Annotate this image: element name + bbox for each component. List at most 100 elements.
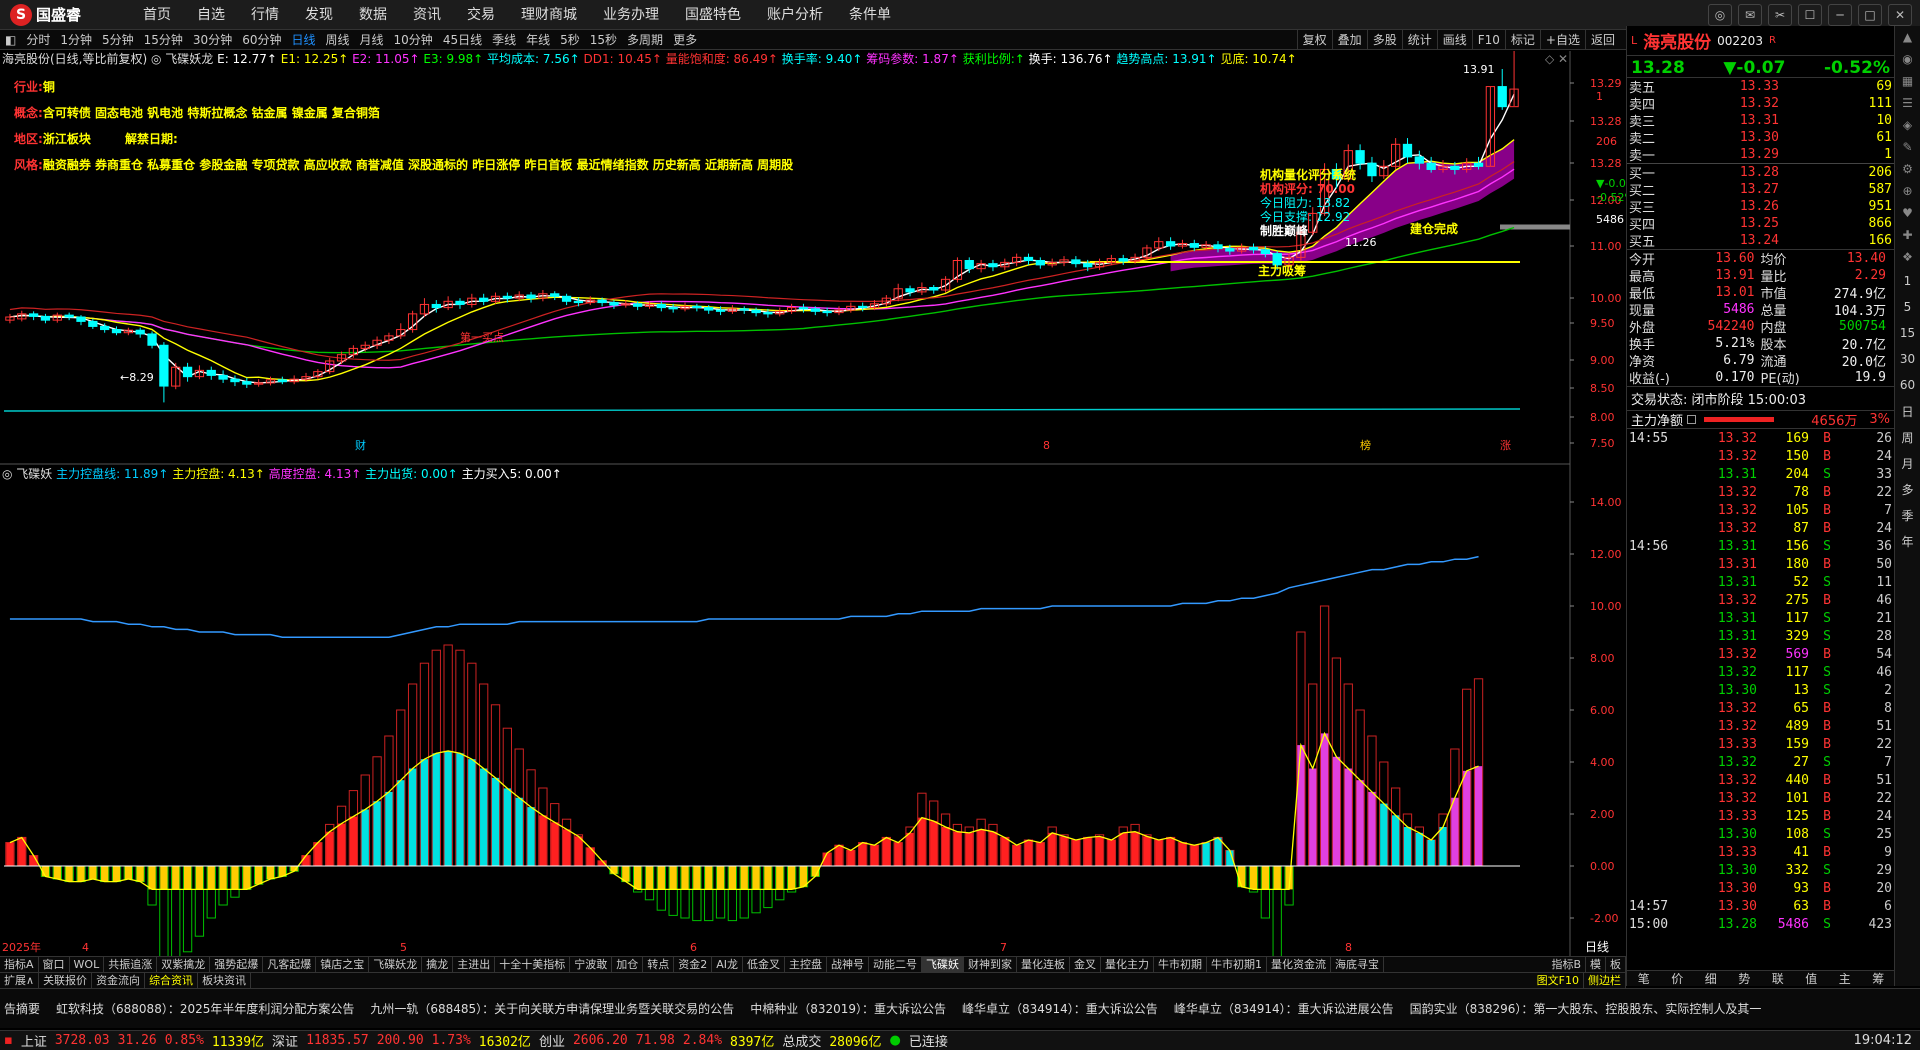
sub-tab-right-0[interactable]: 图文F10 xyxy=(1533,973,1584,988)
indicator-tab-17[interactable]: 低金叉 xyxy=(743,957,785,972)
tool-button-8[interactable]: 返回 xyxy=(1584,30,1620,50)
indicator-tab-9[interactable]: 擒龙 xyxy=(422,957,454,972)
sell-row-1[interactable]: 卖四 13.32 111 xyxy=(1627,95,1894,113)
sub-tab-4[interactable]: 板块资讯 xyxy=(198,973,252,988)
sidebar-period-10[interactable]: 年 xyxy=(1895,528,1920,554)
buy-row-0[interactable]: 买一 13.28 206 xyxy=(1627,164,1894,182)
chat-icon[interactable]: ◎ xyxy=(1708,4,1732,26)
period-tab-0[interactable]: 分时 xyxy=(21,31,55,48)
news-item-4[interactable]: 峰华卓立（834914）：重大诉讼公告 xyxy=(962,1000,1158,1017)
sidebar-period-1[interactable]: 5 xyxy=(1895,294,1920,320)
indicator-tab-4[interactable]: 双紫擒龙 xyxy=(157,957,211,972)
cy-index-label[interactable]: 创业 xyxy=(539,1031,565,1050)
news-item-3[interactable]: 中棉种业（832019）：重大诉讼公告 xyxy=(750,1000,946,1017)
quote-tab-1[interactable]: 价 xyxy=(1661,971,1695,986)
news-item-6[interactable]: 国韵实业（838296）：第一大股东、控股股东、实际控制人及其一 xyxy=(1410,1000,1762,1017)
indicator-tab-15[interactable]: 资金2 xyxy=(674,957,713,972)
menu-item-5[interactable]: 资讯 xyxy=(400,0,454,30)
sell-row-3[interactable]: 卖二 13.30 61 xyxy=(1627,129,1894,147)
indicator-right-tab-0[interactable]: 指标B xyxy=(1547,957,1586,972)
period-tab-7[interactable]: 周线 xyxy=(321,31,355,48)
period-tab-11[interactable]: 季线 xyxy=(487,31,521,48)
sidebar-period-2[interactable]: 15 xyxy=(1895,320,1920,346)
period-tab-4[interactable]: 30分钟 xyxy=(188,31,237,48)
sidebar-tool-icon-5[interactable]: ✎ xyxy=(1895,136,1920,158)
menu-item-9[interactable]: 国盛特色 xyxy=(672,0,754,30)
indicator-tab-11[interactable]: 十全十美指标 xyxy=(495,957,571,972)
period-tab-8[interactable]: 月线 xyxy=(355,31,389,48)
sidebar-period-5[interactable]: 日 xyxy=(1895,398,1920,424)
indicator-tab-13[interactable]: 加仓 xyxy=(612,957,644,972)
sidebar-tool-icon-0[interactable]: ▲ xyxy=(1895,26,1920,48)
quote-tab-5[interactable]: 值 xyxy=(1795,971,1829,986)
indicator-tab-8[interactable]: 飞碟妖龙 xyxy=(369,957,423,972)
period-tab-15[interactable]: 多周期 xyxy=(622,31,668,48)
sz-index-label[interactable]: 深证 xyxy=(272,1031,298,1050)
sidebar-tool-icon-6[interactable]: ⚙ xyxy=(1895,158,1920,180)
sell-row-4[interactable]: 卖一 13.29 1 xyxy=(1627,146,1894,164)
menu-item-2[interactable]: 行情 xyxy=(238,0,292,30)
news-ticker[interactable]: 告摘要 虹软科技（688088）：2025年半年度利润分配方案公告 九州一轨（688… xyxy=(0,988,1920,1028)
menu-item-3[interactable]: 发现 xyxy=(292,0,346,30)
indicator-tab-16[interactable]: AI龙 xyxy=(712,957,743,972)
buy-row-1[interactable]: 买二 13.27 587 xyxy=(1627,181,1894,199)
mail-icon[interactable]: ✉ xyxy=(1738,4,1762,26)
buy-row-2[interactable]: 买三 13.26 951 xyxy=(1627,198,1894,216)
quote-tab-7[interactable]: 筹 xyxy=(1862,971,1896,986)
menu-item-10[interactable]: 账户分析 xyxy=(754,0,836,30)
period-tab-1[interactable]: 1分钟 xyxy=(55,31,97,48)
buy-row-3[interactable]: 买四 13.25 866 xyxy=(1627,215,1894,233)
indicator-tab-7[interactable]: 镇店之宝 xyxy=(316,957,370,972)
indicator-tab-0[interactable]: 指标A xyxy=(0,957,39,972)
sidebar-tool-icon-9[interactable]: ✚ xyxy=(1895,224,1920,246)
sidebar-tool-icon-8[interactable]: ♥ xyxy=(1895,202,1920,224)
sidebar-tool-icon-7[interactable]: ⊕ xyxy=(1895,180,1920,202)
sidebar-tool-icon-10[interactable]: ❖ xyxy=(1895,246,1920,268)
indicator-tab-14[interactable]: 转点 xyxy=(643,957,675,972)
indicator-tab-20[interactable]: 动能二号 xyxy=(869,957,922,972)
quote-tab-2[interactable]: 细 xyxy=(1694,971,1728,986)
indicator-tab-1[interactable]: 窗口 xyxy=(39,957,70,972)
sidebar-period-9[interactable]: 季 xyxy=(1895,502,1920,528)
period-tab-14[interactable]: 15秒 xyxy=(585,31,622,48)
menu-item-8[interactable]: 业务办理 xyxy=(590,0,672,30)
period-tab-3[interactable]: 15分钟 xyxy=(139,31,188,48)
tool-button-5[interactable]: F10 xyxy=(1471,30,1505,50)
menu-item-11[interactable]: 条件单 xyxy=(836,0,904,30)
period-tab-6[interactable]: 日线 xyxy=(286,31,320,48)
indicator-tab-10[interactable]: 主进出 xyxy=(453,957,496,972)
period-tab-5[interactable]: 60分钟 xyxy=(237,31,286,48)
menu-item-0[interactable]: 首页 xyxy=(130,0,184,30)
close-icon[interactable]: ✕ xyxy=(1888,4,1912,26)
menu-item-6[interactable]: 交易 xyxy=(454,0,508,30)
indicator-tab-27[interactable]: 牛市初期1 xyxy=(1207,957,1267,972)
sidebar-tool-icon-3[interactable]: ☰ xyxy=(1895,92,1920,114)
sub-tab-1[interactable]: 关联报价 xyxy=(39,973,93,988)
sub-tab-0[interactable]: 扩展∧ xyxy=(0,973,40,988)
indicator-right-tab-2[interactable]: 板 xyxy=(1606,957,1626,972)
quote-tab-0[interactable]: 笔 xyxy=(1627,971,1661,986)
period-tab-12[interactable]: 年线 xyxy=(521,31,555,48)
indicator-tab-24[interactable]: 金叉 xyxy=(1070,957,1101,972)
net-toggle-icon[interactable] xyxy=(1687,415,1697,424)
indicator-tab-28[interactable]: 量化资金流 xyxy=(1267,957,1331,972)
tool-button-2[interactable]: 多股 xyxy=(1366,30,1402,50)
tool-icon[interactable]: ✂ xyxy=(1768,4,1792,26)
sidebar-tool-icon-2[interactable]: ▦ xyxy=(1895,70,1920,92)
sidebar-period-8[interactable]: 多 xyxy=(1895,476,1920,502)
indicator-tab-12[interactable]: 宁波敢 xyxy=(570,957,613,972)
tool-button-3[interactable]: 统计 xyxy=(1401,30,1437,50)
indicator-tab-5[interactable]: 强势起爆 xyxy=(210,957,264,972)
period-tab-9[interactable]: 10分钟 xyxy=(389,31,438,48)
tool-button-1[interactable]: 叠加 xyxy=(1331,30,1367,50)
indicator-tab-3[interactable]: 共振追涨 xyxy=(104,957,158,972)
indicator-tab-23[interactable]: 量化连板 xyxy=(1017,957,1070,972)
tool-button-4[interactable]: 画线 xyxy=(1436,30,1472,50)
period-tab-2[interactable]: 5分钟 xyxy=(97,31,139,48)
sidebar-period-0[interactable]: 1 xyxy=(1895,268,1920,294)
app-logo[interactable]: S 国盛睿 xyxy=(0,3,130,26)
menu-item-4[interactable]: 数据 xyxy=(346,0,400,30)
minimize-icon[interactable]: ─ xyxy=(1828,4,1852,26)
news-item-5[interactable]: 峰华卓立（834914）：重大诉讼进展公告 xyxy=(1174,1000,1394,1017)
period-tab-16[interactable]: 更多 xyxy=(668,31,702,48)
